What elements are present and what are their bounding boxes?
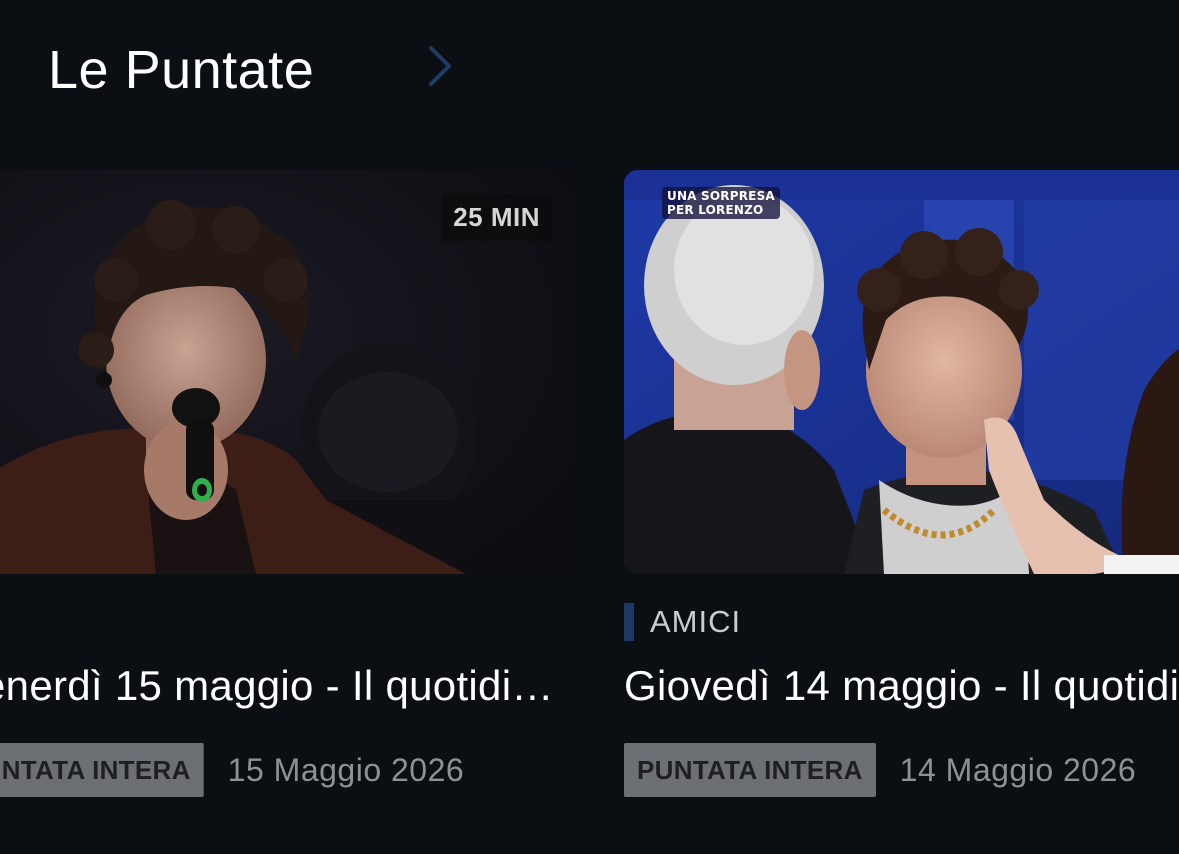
episode-meta: PUNTATA INTERA 14 Maggio 2026 [624, 743, 1136, 797]
episode-date: 14 Maggio 2026 [899, 751, 1137, 788]
type-badge: PUNTATA INTERA [0, 743, 204, 797]
episode-card[interactable]: 25 MIN Venerdì 15 maggio - Il quotidi… P… [0, 170, 576, 797]
episodes-section: Le Puntate 25 MIN Venerdì 15 maggio - Il… [0, 0, 1179, 854]
section-title[interactable]: Le Puntate [48, 39, 314, 101]
episode-meta: PUNTATA INTERA 15 Maggio 2026 [0, 743, 464, 797]
chevron-right-icon[interactable] [410, 36, 470, 96]
program-tag[interactable]: AMICI [624, 602, 741, 642]
episode-title[interactable]: Venerdì 15 maggio - Il quotidi… [0, 662, 554, 710]
overlay-caption: UNA SORPRESA PER LORENZO [662, 187, 780, 219]
overlay-caption-line: PER LORENZO [667, 203, 764, 217]
episode-card[interactable]: UNA SORPRESA PER LORENZO AMICI Giovedì 1… [624, 170, 1179, 797]
thumbnail-image [624, 170, 1179, 574]
overlay-caption-line: UNA SORPRESA [667, 189, 775, 203]
duration-badge: 25 MIN [441, 194, 552, 241]
type-badge: PUNTATA INTERA [624, 743, 876, 797]
episode-title[interactable]: Giovedì 14 maggio - Il quotidiano [624, 662, 1179, 710]
episode-thumbnail[interactable]: 25 MIN [0, 170, 576, 574]
episode-thumbnail[interactable]: UNA SORPRESA PER LORENZO [624, 170, 1179, 574]
program-label[interactable]: AMICI [650, 604, 741, 640]
episode-date: 15 Maggio 2026 [227, 751, 465, 788]
section-header[interactable]: Le Puntate [48, 30, 314, 110]
program-accent-bar [624, 603, 634, 641]
